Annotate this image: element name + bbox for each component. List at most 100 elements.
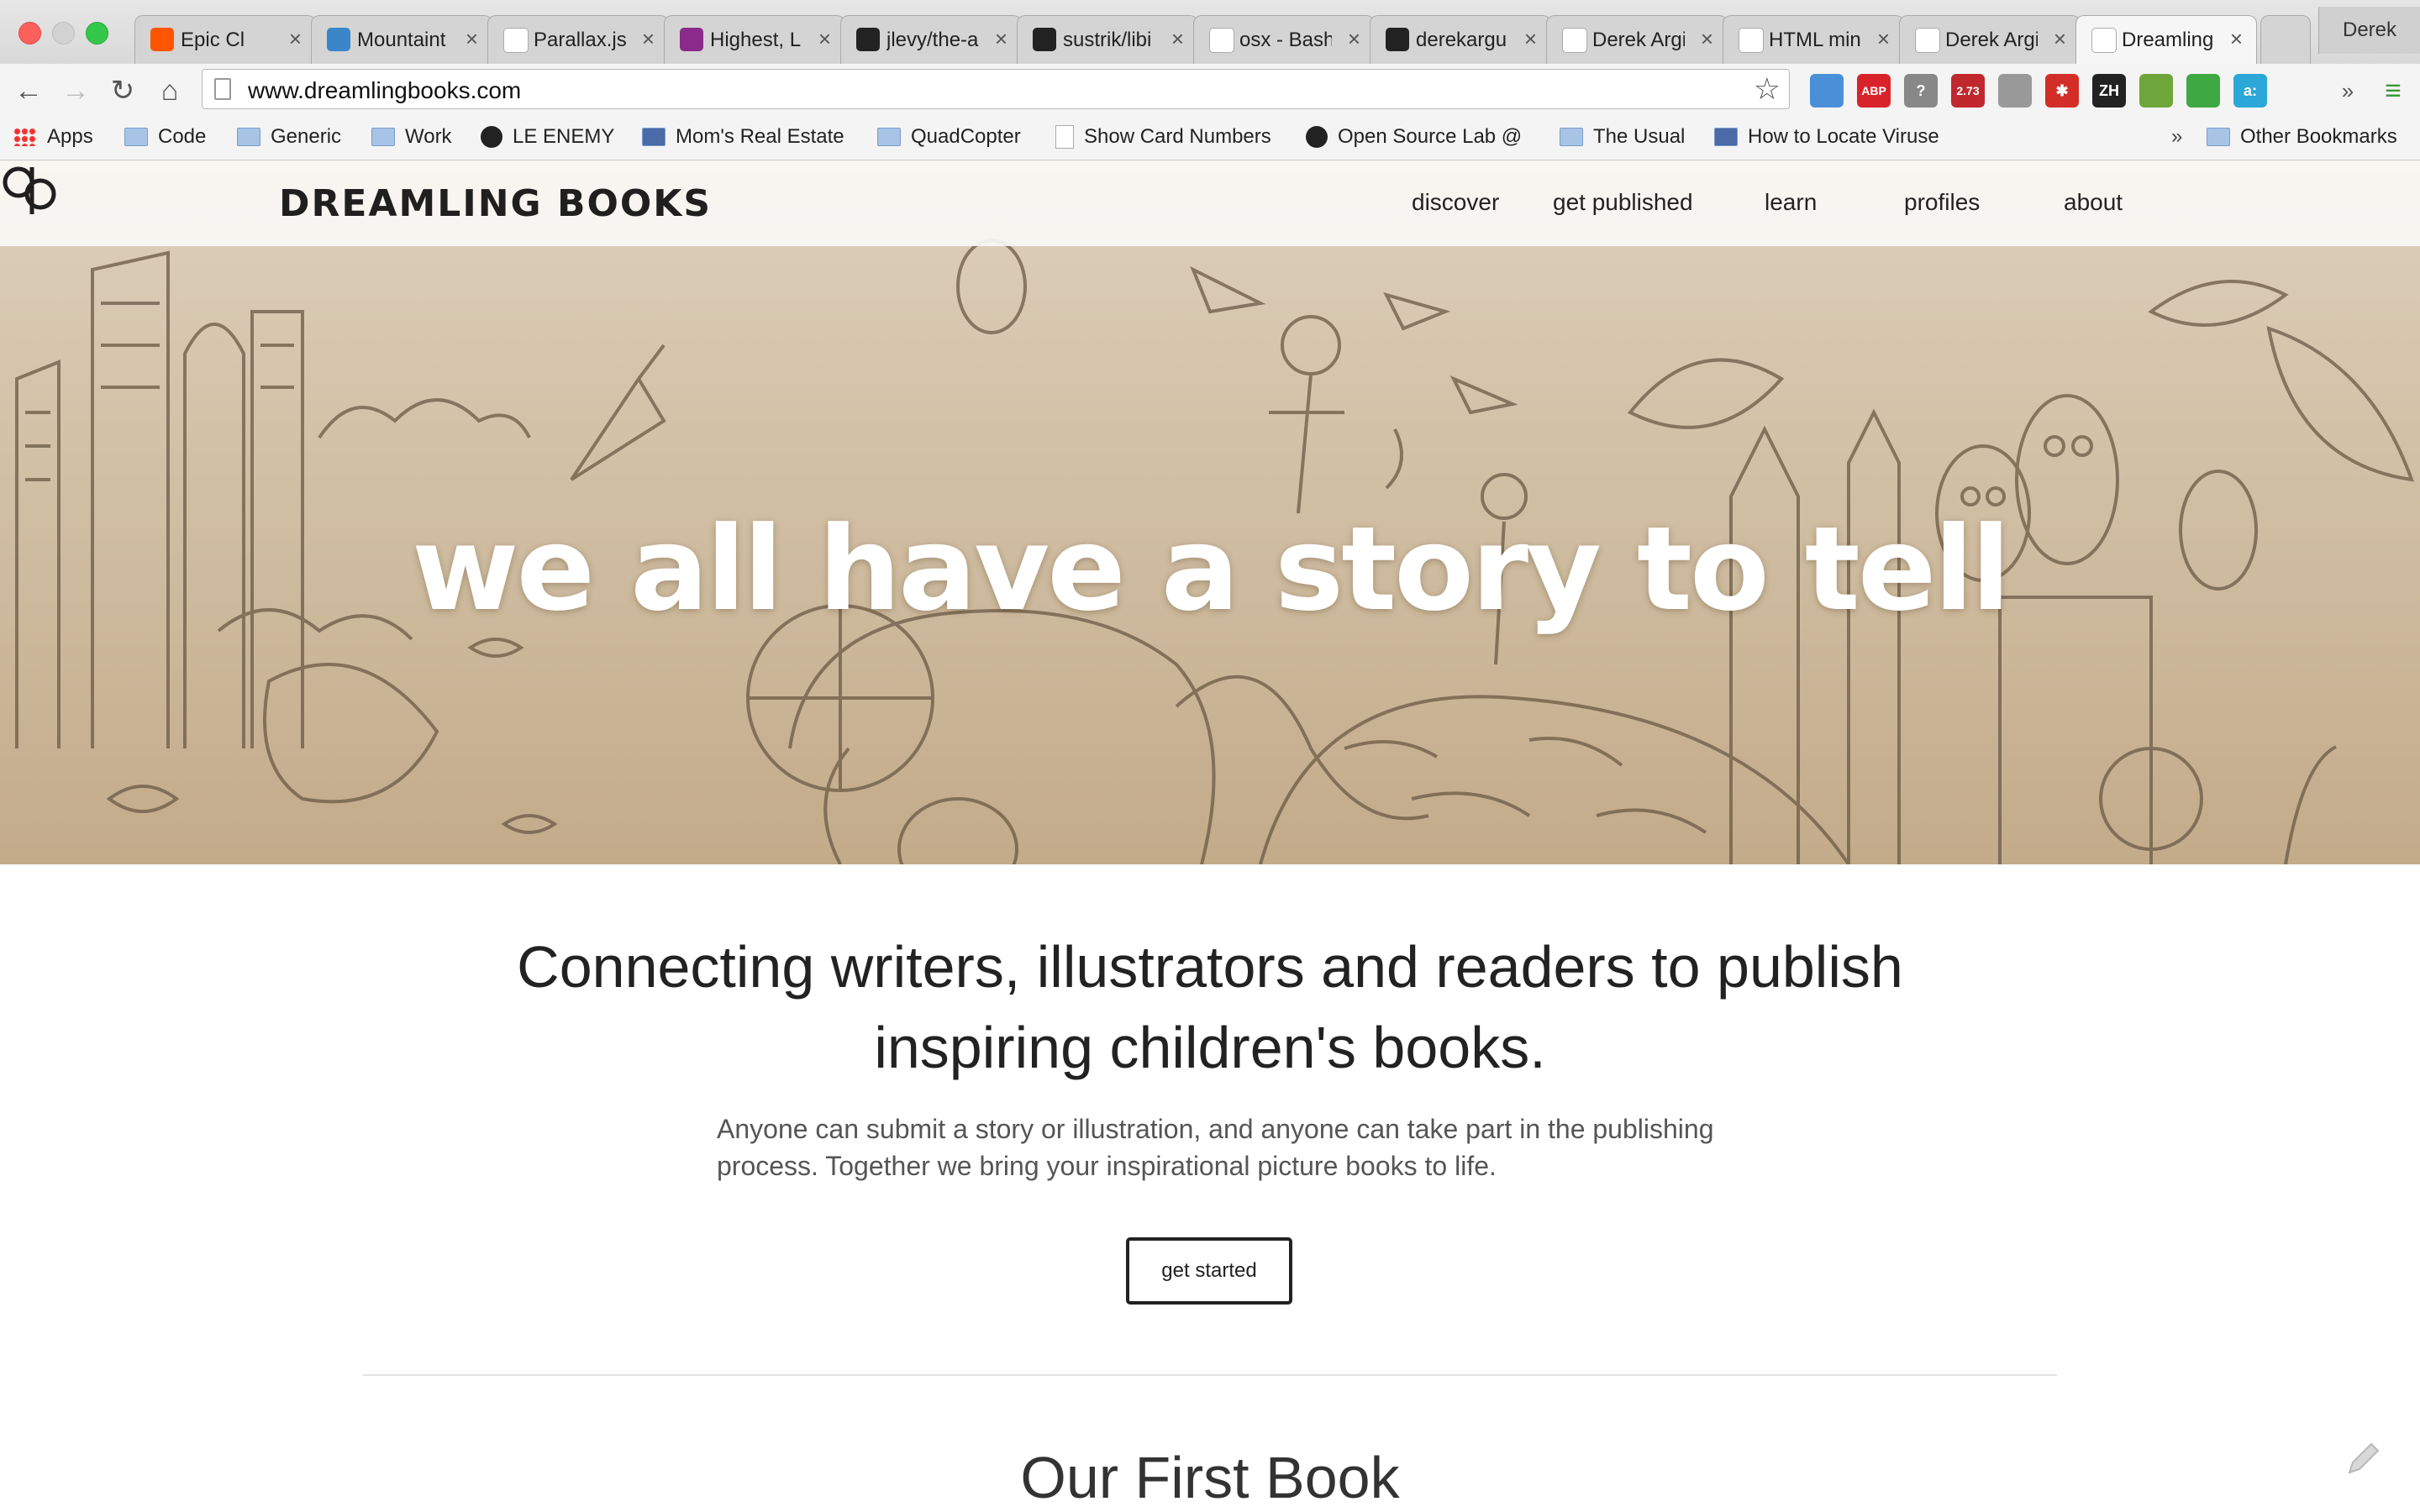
zh-icon[interactable]: ZH xyxy=(2092,74,2126,108)
speedometer-icon[interactable]: 2.73 xyxy=(1951,74,1985,108)
close-tab-icon[interactable]: × xyxy=(1701,26,1713,52)
new-tab-button[interactable] xyxy=(2260,15,2311,64)
browser-tab[interactable]: Epic Cl × xyxy=(134,15,316,64)
evernote-icon[interactable] xyxy=(2139,74,2173,108)
bookmark-label: QuadCopter xyxy=(911,125,1021,148)
bookmark-item[interactable]: Code xyxy=(124,123,206,151)
browser-tab[interactable]: Derek Argi × xyxy=(1546,15,1728,64)
nav-learn[interactable]: learn xyxy=(1765,189,1817,216)
browser-tab[interactable]: Derek Argi × xyxy=(1899,15,2081,64)
browser-tab[interactable]: Parallax.js × xyxy=(487,15,669,64)
folder-icon xyxy=(237,128,260,146)
bookmark-item[interactable]: QuadCopter xyxy=(877,123,1021,151)
bookmark-label: Open Source Lab @ xyxy=(1338,125,1523,148)
close-tab-icon[interactable]: × xyxy=(1524,26,1537,52)
bookmark-item[interactable]: Apps xyxy=(13,123,93,151)
page-viewport: DREAMLING BOOKS discover get published l… xyxy=(0,160,2420,1512)
close-tab-icon[interactable]: × xyxy=(642,26,655,52)
browser-tab[interactable]: jlevy/the-a × xyxy=(840,15,1022,64)
bookmark-label: The Usual xyxy=(1593,125,1686,148)
window-close-button[interactable] xyxy=(18,22,41,45)
nav-get-published[interactable]: get published xyxy=(1553,189,1693,216)
close-tab-icon[interactable]: × xyxy=(1171,26,1184,52)
bookmark-item[interactable]: Work xyxy=(371,123,452,151)
page-icon xyxy=(214,78,231,100)
close-tab-icon[interactable]: × xyxy=(995,26,1007,52)
tab-title: Derek Argi xyxy=(1945,29,2038,51)
github-icon xyxy=(856,28,880,51)
forward-arrow-icon[interactable]: → xyxy=(59,74,92,108)
soundcloud-icon xyxy=(150,28,174,51)
main-headline: Connecting writers, illustrators and rea… xyxy=(517,934,1903,1080)
bookmark-label: Code xyxy=(158,125,207,148)
reader-icon[interactable] xyxy=(1810,74,1844,108)
url-text[interactable]: www.dreamlingbooks.com xyxy=(248,77,521,104)
home-icon[interactable]: ⌂ xyxy=(153,74,187,108)
bookmark-label: LE ENEMY xyxy=(513,125,615,148)
bookmark-item[interactable]: Mom's Real Estate xyxy=(642,123,844,151)
browser-tab[interactable]: derekargu × xyxy=(1370,15,1551,64)
bookmark-star-icon[interactable]: ☆ xyxy=(1754,71,1781,107)
get-started-button[interactable]: get started xyxy=(1126,1237,1292,1305)
nav-profiles[interactable]: profiles xyxy=(1904,189,1980,216)
page-icon xyxy=(503,28,529,53)
close-tab-icon[interactable]: × xyxy=(2054,26,2066,52)
close-tab-icon[interactable]: × xyxy=(466,26,478,52)
bookmark-item[interactable]: Generic xyxy=(237,123,341,151)
window-minimize-button[interactable] xyxy=(52,22,75,45)
browser-tab[interactable]: Mountaint × xyxy=(311,15,492,64)
page-icon xyxy=(1739,28,1764,53)
close-tab-icon[interactable]: × xyxy=(1877,26,1890,52)
feedback-pencil-icon[interactable] xyxy=(2343,1437,2385,1479)
browser-chrome: Epic Cl × Mountaint × Parallax.js × Highest, L… xyxy=(0,0,2420,160)
nav-discover[interactable]: discover xyxy=(1412,189,1499,216)
github-icon xyxy=(481,126,502,148)
close-tab-icon[interactable]: × xyxy=(1348,26,1360,52)
intro-text: Anyone can submit a story or illustratio… xyxy=(717,1114,1714,1181)
bookmark-label: Apps xyxy=(47,125,93,148)
profile-button[interactable]: Derek xyxy=(2318,7,2420,54)
window-zoom-button[interactable] xyxy=(86,22,108,45)
tab-title: derekargu xyxy=(1416,29,1507,51)
adblock-plus-icon[interactable]: ABP xyxy=(1857,74,1891,108)
dreamling-logo-icon[interactable] xyxy=(0,160,59,221)
browser-tab[interactable]: Dreamling × xyxy=(2075,15,2257,65)
folder-icon xyxy=(371,128,395,146)
hero-tagline: we all have a story to tell xyxy=(412,501,2011,637)
folder-icon xyxy=(124,128,148,146)
amazon-icon[interactable]: a: xyxy=(2233,74,2267,108)
help-icon[interactable]: ? xyxy=(1904,74,1938,108)
bookmark-item[interactable]: The Usual xyxy=(1560,123,1685,151)
close-tab-icon[interactable]: × xyxy=(2230,26,2243,52)
tab-title: jlevy/the-a xyxy=(886,29,979,51)
bookmark-item[interactable]: Open Source Lab @ xyxy=(1306,123,1522,151)
other-bookmarks[interactable]: Other Bookmarks xyxy=(2207,123,2397,151)
bookmark-item[interactable]: LE ENEMY xyxy=(481,123,614,151)
browser-tab[interactable]: sustrik/libi × xyxy=(1017,15,1198,64)
back-arrow-icon[interactable]: ← xyxy=(12,74,45,108)
tab-title: Parallax.js xyxy=(534,29,626,51)
tab-title: Mountaint xyxy=(357,29,446,51)
close-tab-icon[interactable]: × xyxy=(818,26,831,52)
menu-icon[interactable]: ≡ xyxy=(2376,74,2410,108)
browser-tab[interactable]: HTML min × xyxy=(1723,15,1904,64)
folder-icon xyxy=(2207,128,2230,146)
page-icon xyxy=(1055,125,1074,149)
hangouts-icon[interactable] xyxy=(2186,74,2220,108)
bookmark-item[interactable]: How to Locate Viruse xyxy=(1714,123,1939,151)
close-tab-icon[interactable]: × xyxy=(289,26,302,52)
address-bar[interactable]: www.dreamlingbooks.com ☆ xyxy=(202,69,1790,109)
cloud-icon[interactable] xyxy=(1998,74,2032,108)
bookmarks-overflow-icon[interactable]: » xyxy=(2171,123,2182,151)
bookmark-label: Show Card Numbers xyxy=(1084,125,1271,148)
tab-title: Derek Argi xyxy=(1592,29,1685,51)
extensions-overflow-icon[interactable]: » xyxy=(2331,74,2365,108)
browser-tab[interactable]: Highest, L × xyxy=(664,15,845,64)
hero-banner: DREAMLING BOOKS discover get published l… xyxy=(0,160,2420,864)
brand-name[interactable]: DREAMLING BOOKS xyxy=(279,182,712,225)
reload-icon[interactable]: ↻ xyxy=(106,74,139,108)
nav-about[interactable]: about xyxy=(2064,189,2123,216)
lastpass-icon[interactable]: ✱ xyxy=(2045,74,2079,108)
bookmark-item[interactable]: Show Card Numbers xyxy=(1055,123,1271,151)
browser-tab[interactable]: osx - Bash × xyxy=(1193,15,1375,64)
